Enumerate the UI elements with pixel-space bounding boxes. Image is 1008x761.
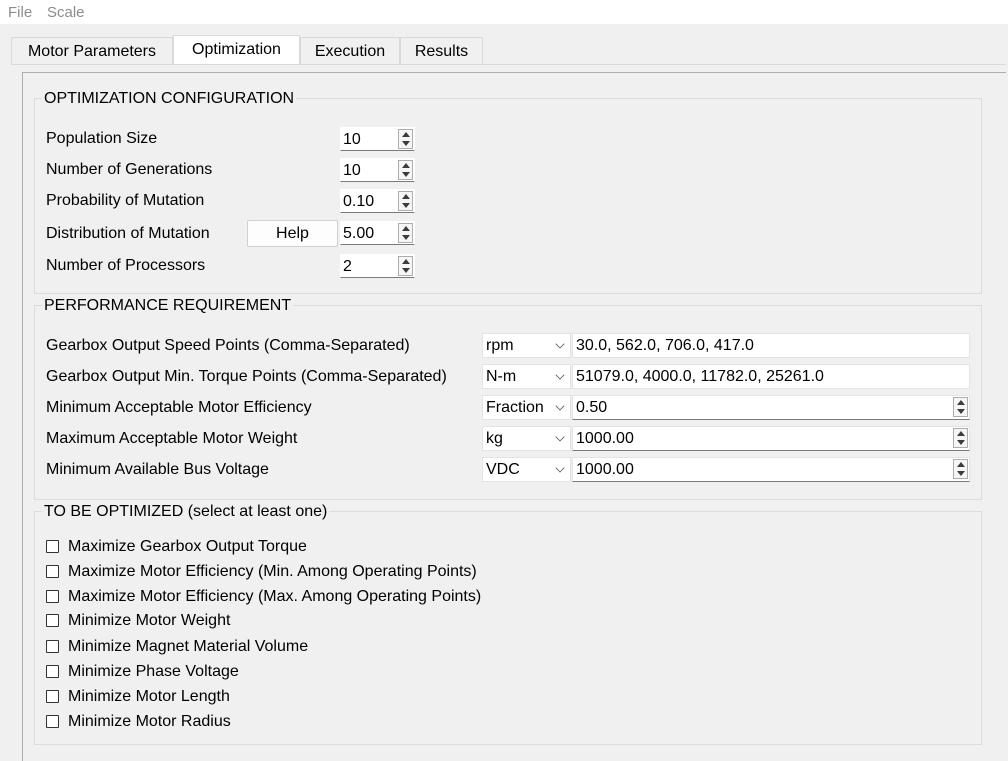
help-button[interactable]: Help [247, 220, 338, 247]
speed-unit-dropdown[interactable]: rpm [482, 333, 571, 358]
checkbox-label: Minimize Motor Weight [68, 612, 231, 629]
checkbox-unchecked[interactable] [46, 614, 59, 627]
population-size-label: Population Size [46, 130, 158, 147]
chevron-down-icon [555, 432, 565, 442]
torque-points-input[interactable]: 51079.0, 4000.0, 11782.0, 25261.0 [572, 364, 970, 389]
weight-spinbox[interactable]: 1000.00 [572, 426, 970, 451]
processors-spinbox[interactable]: 2 [340, 254, 415, 278]
menu-scale[interactable]: Scale [47, 4, 85, 21]
dist-mutation-label: Distribution of Mutation [46, 225, 210, 242]
torque-unit-value: N-m [486, 368, 517, 385]
efficiency-unit-dropdown[interactable]: Fraction [482, 395, 571, 420]
menu-bar: File Scale [0, 0, 1008, 24]
speed-label: Gearbox Output Speed Points (Comma-Separ… [46, 337, 410, 354]
weight-unit-value: kg [486, 430, 503, 447]
checkbox-unchecked[interactable] [46, 540, 59, 553]
processors-value: 2 [343, 258, 352, 275]
generations-spinbox[interactable]: 10 [340, 158, 415, 182]
prob-mutation-value: 0.10 [343, 193, 375, 210]
dist-mutation-value: 5.00 [343, 225, 375, 242]
tab-divider [11, 64, 1006, 65]
torque-unit-dropdown[interactable]: N-m [482, 364, 571, 389]
spin-arrows-icon[interactable] [398, 191, 413, 211]
voltage-spinbox[interactable]: 1000.00 [572, 457, 970, 482]
spin-arrows-icon[interactable] [953, 459, 968, 479]
checkbox-unchecked[interactable] [46, 590, 59, 603]
weight-unit-dropdown[interactable]: kg [482, 426, 571, 451]
population-size-value: 10 [343, 131, 361, 148]
voltage-label: Minimum Available Bus Voltage [46, 461, 269, 478]
tab-execution[interactable]: Execution [300, 37, 400, 64]
dist-mutation-spinbox[interactable]: 5.00 [340, 221, 415, 245]
processors-label: Number of Processors [46, 257, 206, 274]
voltage-unit-value: VDC [486, 461, 520, 478]
menu-file[interactable]: File [8, 4, 32, 21]
spin-arrows-icon[interactable] [398, 160, 413, 180]
chevron-down-icon [555, 339, 565, 349]
generations-value: 10 [343, 162, 361, 179]
efficiency-label: Minimum Acceptable Motor Efficiency [46, 399, 312, 416]
spin-arrows-icon[interactable] [953, 428, 968, 448]
voltage-unit-dropdown[interactable]: VDC [482, 457, 571, 482]
checkbox-label: Maximize Motor Efficiency (Max. Among Op… [68, 588, 482, 605]
weight-value: 1000.00 [576, 430, 634, 447]
speed-points-input[interactable]: 30.0, 562.0, 706.0, 417.0 [572, 333, 970, 358]
prob-mutation-label: Probability of Mutation [46, 192, 205, 209]
generations-label: Number of Generations [46, 161, 213, 178]
checkbox-unchecked[interactable] [46, 690, 59, 703]
speed-points-value: 30.0, 562.0, 706.0, 417.0 [576, 337, 754, 354]
checkbox-label: Minimize Phase Voltage [68, 663, 239, 680]
prob-mutation-spinbox[interactable]: 0.10 [340, 189, 415, 213]
chevron-down-icon [555, 370, 565, 380]
tab-optimization[interactable]: Optimization [173, 35, 300, 65]
checkbox-label: Maximize Gearbox Output Torque [68, 538, 307, 555]
spin-arrows-icon[interactable] [953, 397, 968, 417]
checkbox-label: Minimize Motor Radius [68, 713, 231, 730]
tab-motor-parameters[interactable]: Motor Parameters [11, 37, 173, 64]
spin-arrows-icon[interactable] [398, 223, 413, 243]
checkbox-unchecked[interactable] [46, 665, 59, 678]
checkbox-unchecked[interactable] [46, 565, 59, 578]
efficiency-spinbox[interactable]: 0.50 [572, 395, 970, 420]
efficiency-value: 0.50 [576, 399, 608, 416]
spin-arrows-icon[interactable] [398, 256, 413, 276]
optimization-config-title: OPTIMIZATION CONFIGURATION [42, 90, 297, 108]
spin-arrows-icon[interactable] [398, 129, 413, 149]
tab-results[interactable]: Results [400, 37, 483, 64]
efficiency-unit-value: Fraction [486, 399, 544, 416]
chevron-down-icon [555, 401, 565, 411]
population-size-spinbox[interactable]: 10 [340, 127, 415, 151]
weight-label: Maximum Acceptable Motor Weight [46, 430, 298, 447]
checkbox-unchecked[interactable] [46, 715, 59, 728]
speed-unit-value: rpm [486, 337, 514, 354]
to-optimize-title: TO BE OPTIMIZED (select at least one) [42, 503, 330, 521]
performance-title: PERFORMANCE REQUIREMENT [42, 297, 294, 315]
checkbox-label: Minimize Motor Length [68, 688, 230, 705]
checkbox-unchecked[interactable] [46, 640, 59, 653]
voltage-value: 1000.00 [576, 461, 634, 478]
torque-points-value: 51079.0, 4000.0, 11782.0, 25261.0 [576, 368, 824, 385]
torque-label: Gearbox Output Min. Torque Points (Comma… [46, 368, 447, 385]
chevron-down-icon [555, 463, 565, 473]
checkbox-label: Maximize Motor Efficiency (Min. Among Op… [68, 563, 477, 580]
checkbox-label: Minimize Magnet Material Volume [68, 638, 309, 655]
